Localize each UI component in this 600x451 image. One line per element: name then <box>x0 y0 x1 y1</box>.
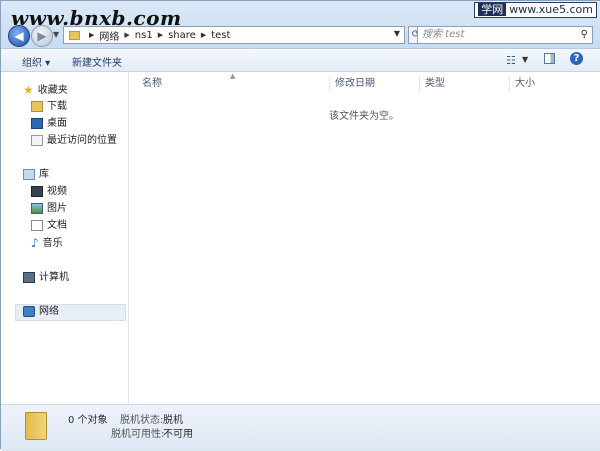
recent-places-icon <box>31 134 43 146</box>
search-input[interactable]: 搜索 test ⚲ <box>417 26 593 44</box>
sidebar-item-label: 下载 <box>47 101 67 112</box>
forward-button[interactable]: ▶ <box>31 25 53 47</box>
star-icon: ★ <box>23 83 34 97</box>
address-folder-icon <box>69 30 80 40</box>
sidebar-item-recent-places[interactable]: 最近访问的位置 <box>31 133 117 149</box>
chevron-right-icon[interactable]: ▶ <box>124 31 129 39</box>
folder-icon <box>25 412 47 440</box>
desktop-icon <box>31 117 43 129</box>
pictures-icon <box>31 202 43 214</box>
sidebar-item-label: 桌面 <box>47 118 67 129</box>
details-pane: 0 个对象 脱机状态: 脱机 脱机可用性: 不可用 <box>1 404 600 451</box>
sidebar-item-documents[interactable]: 文档 <box>31 218 67 234</box>
download-folder-icon <box>31 100 43 112</box>
address-bar[interactable]: ▶ 网络 ▶ ns1 ▶ share ▶ test ▼ <box>63 26 405 44</box>
nav-libraries-label: 库 <box>39 169 49 180</box>
breadcrumb-share[interactable]: share <box>168 30 196 41</box>
back-button[interactable]: ◀ <box>8 25 30 47</box>
column-header-type[interactable]: 类型 <box>425 76 445 92</box>
help-icon[interactable]: ? <box>570 52 583 65</box>
new-folder-button[interactable]: 新建文件夹 <box>72 54 122 69</box>
nav-computer[interactable]: 计算机 <box>23 270 69 286</box>
title-address-bar: www.bnxb.com 学网 www.xue5.com ◀ ▶ ▼ ▶ 网络 ▶… <box>1 1 600 49</box>
watermark-right: 学网 www.xue5.com <box>474 2 597 18</box>
nav-computer-label: 计算机 <box>39 272 69 283</box>
music-icon: ♪ <box>31 236 39 250</box>
nav-network-label: 网络 <box>39 306 59 317</box>
video-icon <box>31 185 43 197</box>
nav-network[interactable]: 网络 <box>23 304 59 320</box>
sidebar-item-label: 视频 <box>47 186 67 197</box>
preview-pane-icon[interactable] <box>544 53 555 64</box>
address-dropdown-icon[interactable]: ▼ <box>394 29 400 38</box>
navigation-pane: ★收藏夹 下载 桌面 最近访问的位置 库 视频 图片 文档 ♪音乐 计算机 <box>1 72 129 404</box>
breadcrumb-ns1[interactable]: ns1 <box>135 30 153 41</box>
view-options-icon[interactable]: ☷ <box>506 54 516 67</box>
column-header-modified[interactable]: 修改日期 <box>335 76 375 92</box>
offline-state-value: 脱机 <box>163 415 183 426</box>
sidebar-item-pictures[interactable]: 图片 <box>31 201 67 217</box>
organize-button[interactable]: 组织 ▾ <box>22 54 50 69</box>
breadcrumb-network[interactable]: 网络 <box>99 28 119 43</box>
view-dropdown-icon[interactable]: ▼ <box>522 55 528 64</box>
column-header-size[interactable]: 大小 <box>515 76 535 92</box>
column-divider[interactable] <box>419 76 420 92</box>
sidebar-item-music[interactable]: ♪ 音乐 <box>31 235 63 251</box>
libraries-icon <box>23 168 35 180</box>
sidebar-item-label: 最近访问的位置 <box>47 135 117 146</box>
file-list[interactable]: ▲ 名称 修改日期 类型 大小 该文件夹为空。 <box>129 72 600 404</box>
sidebar-item-downloads[interactable]: 下载 <box>31 99 67 115</box>
breadcrumb-test[interactable]: test <box>211 30 230 41</box>
chevron-right-icon[interactable]: ▶ <box>201 31 206 39</box>
empty-folder-message: 该文件夹为空。 <box>329 111 399 122</box>
object-count: 0 个对象 <box>68 415 108 426</box>
documents-icon <box>31 219 43 231</box>
sort-arrow-icon: ▲ <box>230 72 236 80</box>
column-header-name[interactable]: 名称 <box>142 76 162 92</box>
offline-availability-label: 脱机可用性: <box>111 429 165 440</box>
nav-libraries[interactable]: 库 <box>23 167 49 183</box>
sidebar-item-videos[interactable]: 视频 <box>31 184 67 200</box>
sidebar-item-label: 文档 <box>47 220 67 231</box>
search-placeholder: 搜索 test <box>422 29 465 40</box>
sidebar-item-label: 音乐 <box>42 238 63 249</box>
computer-icon <box>23 271 35 283</box>
chevron-right-icon[interactable]: ▶ <box>89 31 94 39</box>
sidebar-item-label: 图片 <box>47 203 67 214</box>
column-divider[interactable] <box>509 76 510 92</box>
command-bar: 组织 ▾ 新建文件夹 ☷ ▼ ? <box>1 49 600 72</box>
nav-favorites-label: 收藏夹 <box>37 85 68 96</box>
offline-state-label: 脱机状态: <box>120 415 164 426</box>
chevron-right-icon[interactable]: ▶ <box>158 31 163 39</box>
column-divider[interactable] <box>329 76 330 92</box>
nav-favorites[interactable]: ★ 收藏夹 <box>23 82 68 98</box>
sidebar-item-desktop[interactable]: 桌面 <box>31 116 67 132</box>
watermark-badge: 学网 <box>478 3 507 16</box>
offline-availability-value: 不可用 <box>163 429 193 440</box>
watermark-url: www.xue5.com <box>509 3 593 16</box>
network-icon <box>23 305 35 317</box>
explorer-window: www.bnxb.com 学网 www.xue5.com ◀ ▶ ▼ ▶ 网络 ▶… <box>0 0 600 451</box>
recent-pages-dropdown[interactable]: ▼ <box>53 30 59 39</box>
search-icon[interactable]: ⚲ <box>581 27 588 43</box>
